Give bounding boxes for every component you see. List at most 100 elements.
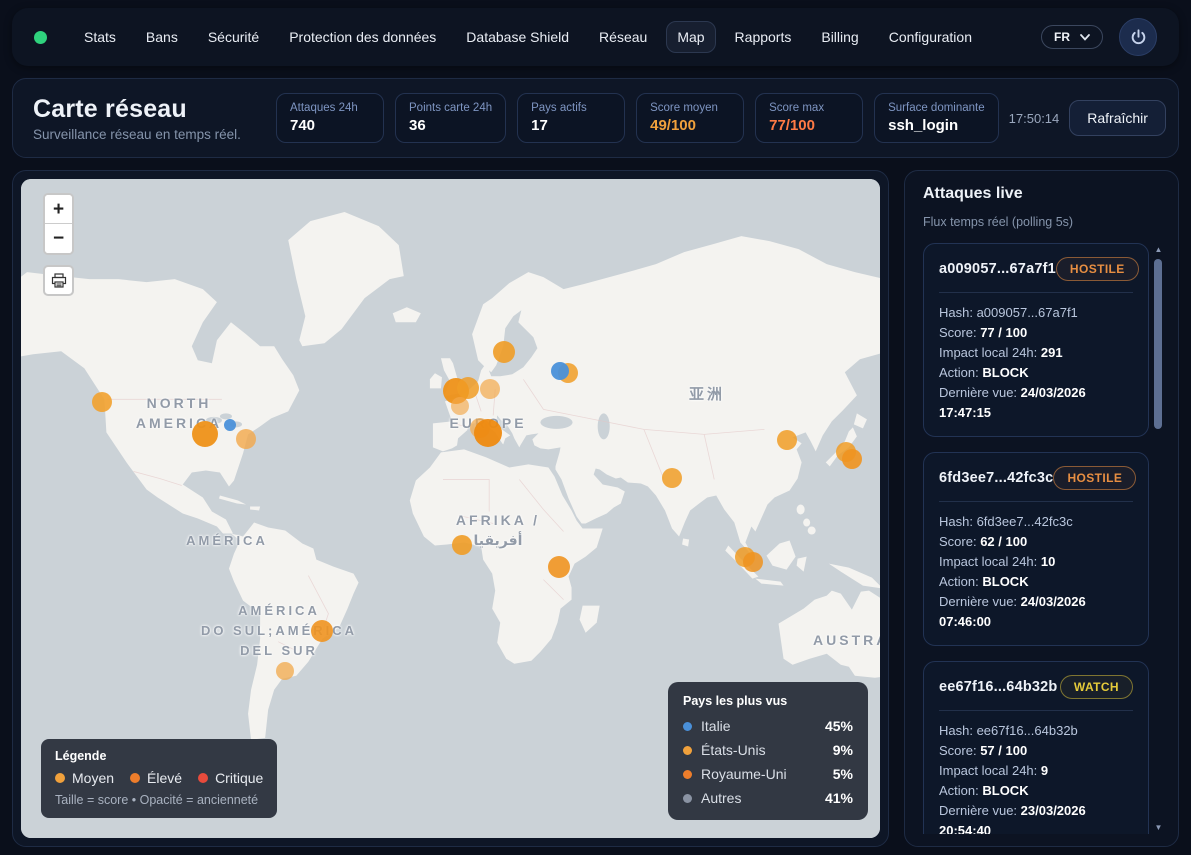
attack-field-last_seen: Dernière vue: 24/03/2026 17:47:15 [939, 383, 1133, 423]
stat-value: 740 [290, 117, 370, 134]
nav-tab-map[interactable]: Map [666, 21, 715, 53]
country-row-italie: Italie45% [683, 714, 853, 738]
attack-card-header: ee67f16...64b32bWATCH [939, 675, 1133, 699]
attack-point[interactable] [474, 419, 502, 447]
attack-field-impact: Impact local 24h: 9 [939, 761, 1133, 781]
stat-value: ssh_login [888, 117, 985, 134]
nav-tab-billing[interactable]: Billing [810, 21, 869, 53]
attack-point[interactable] [224, 419, 236, 431]
attack-point[interactable] [451, 397, 469, 415]
attack-field-label: Hash: [939, 514, 977, 529]
attack-field-score: Score: 57 / 100 [939, 741, 1133, 761]
attack-divider [939, 710, 1133, 711]
stat-value: 17 [531, 117, 611, 134]
stat-card-attaques-24h: Attaques 24h740 [276, 93, 384, 143]
stat-label: Pays actifs [531, 102, 611, 114]
attack-field-label: Dernière vue: [939, 594, 1021, 609]
nav-tab-protection-des-donn-es[interactable]: Protection des données [278, 21, 447, 53]
stat-card-surface-dominante: Surface dominante ssh_login [874, 93, 999, 143]
attack-field-label: Impact local 24h: [939, 763, 1041, 778]
attack-field-impact: Impact local 24h: 10 [939, 552, 1133, 572]
scrollbar-thumb[interactable] [1154, 259, 1162, 429]
legend-item-label: Élevé [147, 770, 182, 786]
attack-point[interactable] [493, 341, 515, 363]
attack-point[interactable] [480, 379, 500, 399]
nav-tab-stats[interactable]: Stats [73, 21, 127, 53]
attack-field-action: Action: BLOCK [939, 363, 1133, 383]
status-badge: HOSTILE [1056, 257, 1139, 281]
attack-point[interactable] [276, 662, 294, 680]
scrollbar-up-icon[interactable]: ▲ [1153, 245, 1164, 254]
nav-tab-r-seau[interactable]: Réseau [588, 21, 658, 53]
attack-field-label: Dernière vue: [939, 385, 1021, 400]
language-select[interactable]: FR [1041, 25, 1103, 49]
page-header: Carte réseau Surveillance réseau en temp… [12, 78, 1179, 158]
header-title-block: Carte réseau Surveillance réseau en temp… [33, 95, 266, 142]
attack-field-label: Action: [939, 574, 982, 589]
nav-tab-database-shield[interactable]: Database Shield [455, 21, 580, 53]
attack-point[interactable] [192, 421, 218, 447]
legend-dot-icon [130, 773, 140, 783]
stat-card-score-moyen: Score moyen49/100 [636, 93, 744, 143]
scrollbar-down-icon[interactable]: ▼ [1153, 823, 1164, 832]
stat-card-pays-actifs: Pays actifs 17 [517, 93, 625, 143]
live-attacks-list: a009057...67a7f1HOSTILEHash: a009057...6… [923, 243, 1149, 834]
attack-point[interactable] [842, 449, 862, 469]
printer-icon [51, 273, 67, 288]
nav-tab-bans[interactable]: Bans [135, 21, 189, 53]
map-zoom-out-button[interactable]: − [45, 224, 72, 253]
country-label: États-Unis [701, 742, 766, 758]
attack-point[interactable] [548, 556, 570, 578]
country-label: Royaume-Uni [701, 766, 787, 782]
stat-label: Score max [769, 102, 849, 114]
map-zoom-in-button[interactable]: + [45, 195, 72, 224]
country-percent: 5% [833, 766, 853, 782]
map-print-button[interactable] [43, 265, 74, 296]
stat-cards: Attaques 24h740Points carte 24h36Pays ac… [276, 93, 999, 143]
stat-card-points-carte-24h: Points carte 24h36 [395, 93, 506, 143]
live-attacks-panel: Attaques live Flux temps réel (polling 5… [904, 170, 1179, 847]
legend-caption: Taille = score • Opacité = ancienneté [55, 793, 263, 807]
attack-field-label: Dernière vue: [939, 803, 1021, 818]
attack-field-label: Action: [939, 783, 982, 798]
map-zoom-control: + − [43, 193, 74, 255]
attack-point[interactable] [743, 552, 763, 572]
attack-point[interactable] [662, 468, 682, 488]
attack-field-value: 9 [1041, 763, 1048, 778]
attack-id: 6fd3ee7...42fc3c [939, 470, 1053, 486]
stat-label: Surface dominante [888, 102, 985, 114]
live-scrollbar[interactable]: ▲ ▼ [1153, 243, 1164, 834]
attack-field-value: ee67f16...64b32b [977, 723, 1078, 738]
attack-field-hash: Hash: 6fd3ee7...42fc3c [939, 512, 1133, 532]
nav-tab-s-curit[interactable]: Sécurité [197, 21, 270, 53]
network-map[interactable]: NORTH AMERICAEUROPE亚洲AMÉRICAAFRIKA / أفر… [21, 179, 880, 838]
power-icon [1129, 28, 1148, 47]
attack-point[interactable] [92, 392, 112, 412]
top-countries-title: Pays les plus vus [683, 694, 853, 708]
stat-value: 77/100 [769, 117, 849, 134]
country-dot-icon [683, 770, 692, 779]
status-badge: WATCH [1060, 675, 1133, 699]
attack-field-value: a009057...67a7f1 [977, 305, 1078, 320]
attack-point[interactable] [236, 429, 256, 449]
chevron-down-icon [1080, 34, 1090, 41]
attack-point[interactable] [452, 535, 472, 555]
refresh-button[interactable]: Rafraîchir [1069, 100, 1166, 136]
nav-tab-rapports[interactable]: Rapports [724, 21, 803, 53]
attack-id: a009057...67a7f1 [939, 261, 1056, 277]
nav-tab-configuration[interactable]: Configuration [878, 21, 983, 53]
attack-card-header: a009057...67a7f1HOSTILE [939, 257, 1133, 281]
attack-point[interactable] [777, 430, 797, 450]
map-legend: Légende MoyenÉlevéCritique Taille = scor… [41, 739, 277, 818]
attack-point[interactable] [551, 362, 569, 380]
stat-card-score-max: Score max 77/100 [755, 93, 863, 143]
clock: 17:50:14 [1009, 111, 1060, 126]
power-button[interactable] [1119, 18, 1157, 56]
legend-item-label: Critique [215, 770, 263, 786]
legend-item-critique: Critique [198, 770, 263, 786]
legend-item-lev: Élevé [130, 770, 182, 786]
attack-point[interactable] [311, 620, 333, 642]
attack-id: ee67f16...64b32b [939, 679, 1057, 695]
attack-point[interactable] [457, 377, 479, 399]
attack-field-label: Hash: [939, 305, 977, 320]
